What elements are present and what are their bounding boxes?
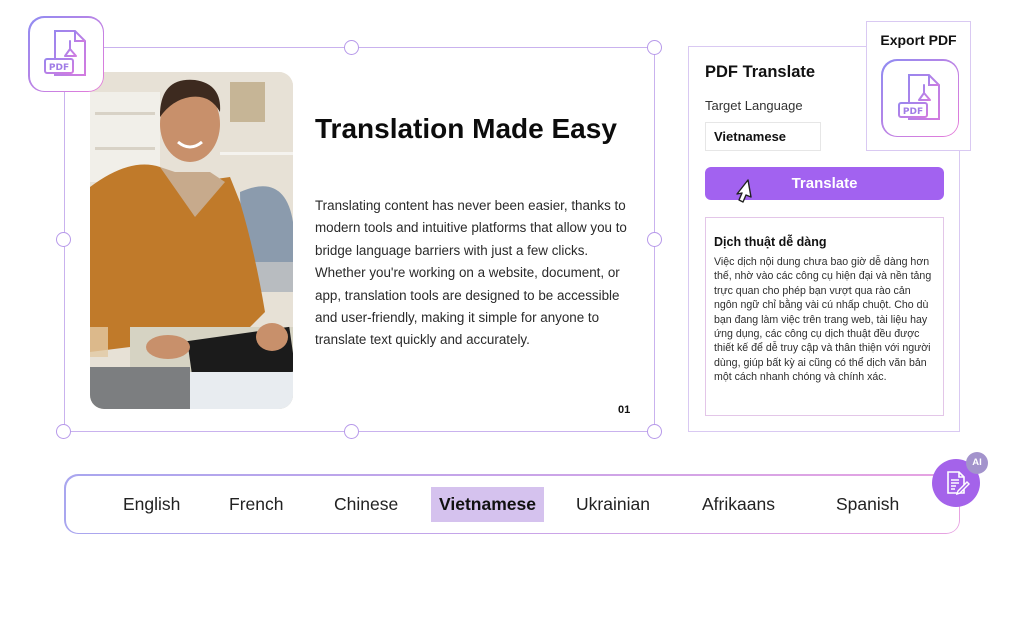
- target-language-field[interactable]: Vietnamese: [705, 122, 821, 151]
- document-edit-icon: [947, 471, 970, 496]
- language-option-french[interactable]: French: [221, 487, 291, 522]
- language-option-english[interactable]: English: [115, 487, 188, 522]
- language-option-spanish[interactable]: Spanish: [828, 487, 907, 522]
- language-option-vietnamese[interactable]: Vietnamese: [431, 487, 544, 522]
- resize-handle-top[interactable]: [344, 40, 359, 55]
- export-pdf-card[interactable]: Export PDF PDF: [866, 21, 971, 151]
- resize-handle-top-right[interactable]: [647, 40, 662, 55]
- slide-title[interactable]: Translation Made Easy: [315, 110, 635, 148]
- translated-title: Dịch thuật dễ dàng: [714, 235, 827, 249]
- translated-body: Việc dịch nội dung chưa bao giờ dễ dàng …: [714, 256, 932, 384]
- pdf-file-icon: PDF: [44, 30, 86, 76]
- resize-handle-bottom-left[interactable]: [56, 424, 71, 439]
- resize-handle-bottom[interactable]: [344, 424, 359, 439]
- language-option-ukrainian[interactable]: Ukrainian: [568, 487, 658, 522]
- ai-badge: AI: [966, 452, 988, 474]
- target-language-label: Target Language: [705, 98, 803, 113]
- slide-photo: [90, 72, 293, 409]
- language-option-chinese[interactable]: Chinese: [326, 487, 406, 522]
- language-option-afrikaans[interactable]: Afrikaans: [694, 487, 783, 522]
- panel-title: PDF Translate: [705, 63, 816, 81]
- svg-text:PDF: PDF: [49, 63, 69, 73]
- slide-body-text[interactable]: Translating content has never been easie…: [315, 195, 633, 352]
- resize-handle-left[interactable]: [56, 232, 71, 247]
- resize-handle-bottom-right[interactable]: [647, 424, 662, 439]
- mouse-pointer-icon: [736, 179, 752, 203]
- pdf-file-tile[interactable]: PDF: [28, 16, 104, 92]
- pdf-file-icon: PDF: [898, 74, 940, 120]
- slide-page-number: 01: [618, 404, 631, 416]
- photo-of-man-at-desk-icon: [90, 72, 293, 409]
- export-pdf-label: Export PDF: [880, 32, 957, 48]
- svg-text:PDF: PDF: [903, 107, 923, 117]
- resize-handle-right[interactable]: [647, 232, 662, 247]
- translation-result-box: Dịch thuật dễ dàng Việc dịch nội dung ch…: [705, 217, 944, 416]
- export-pdf-button[interactable]: PDF: [881, 59, 959, 137]
